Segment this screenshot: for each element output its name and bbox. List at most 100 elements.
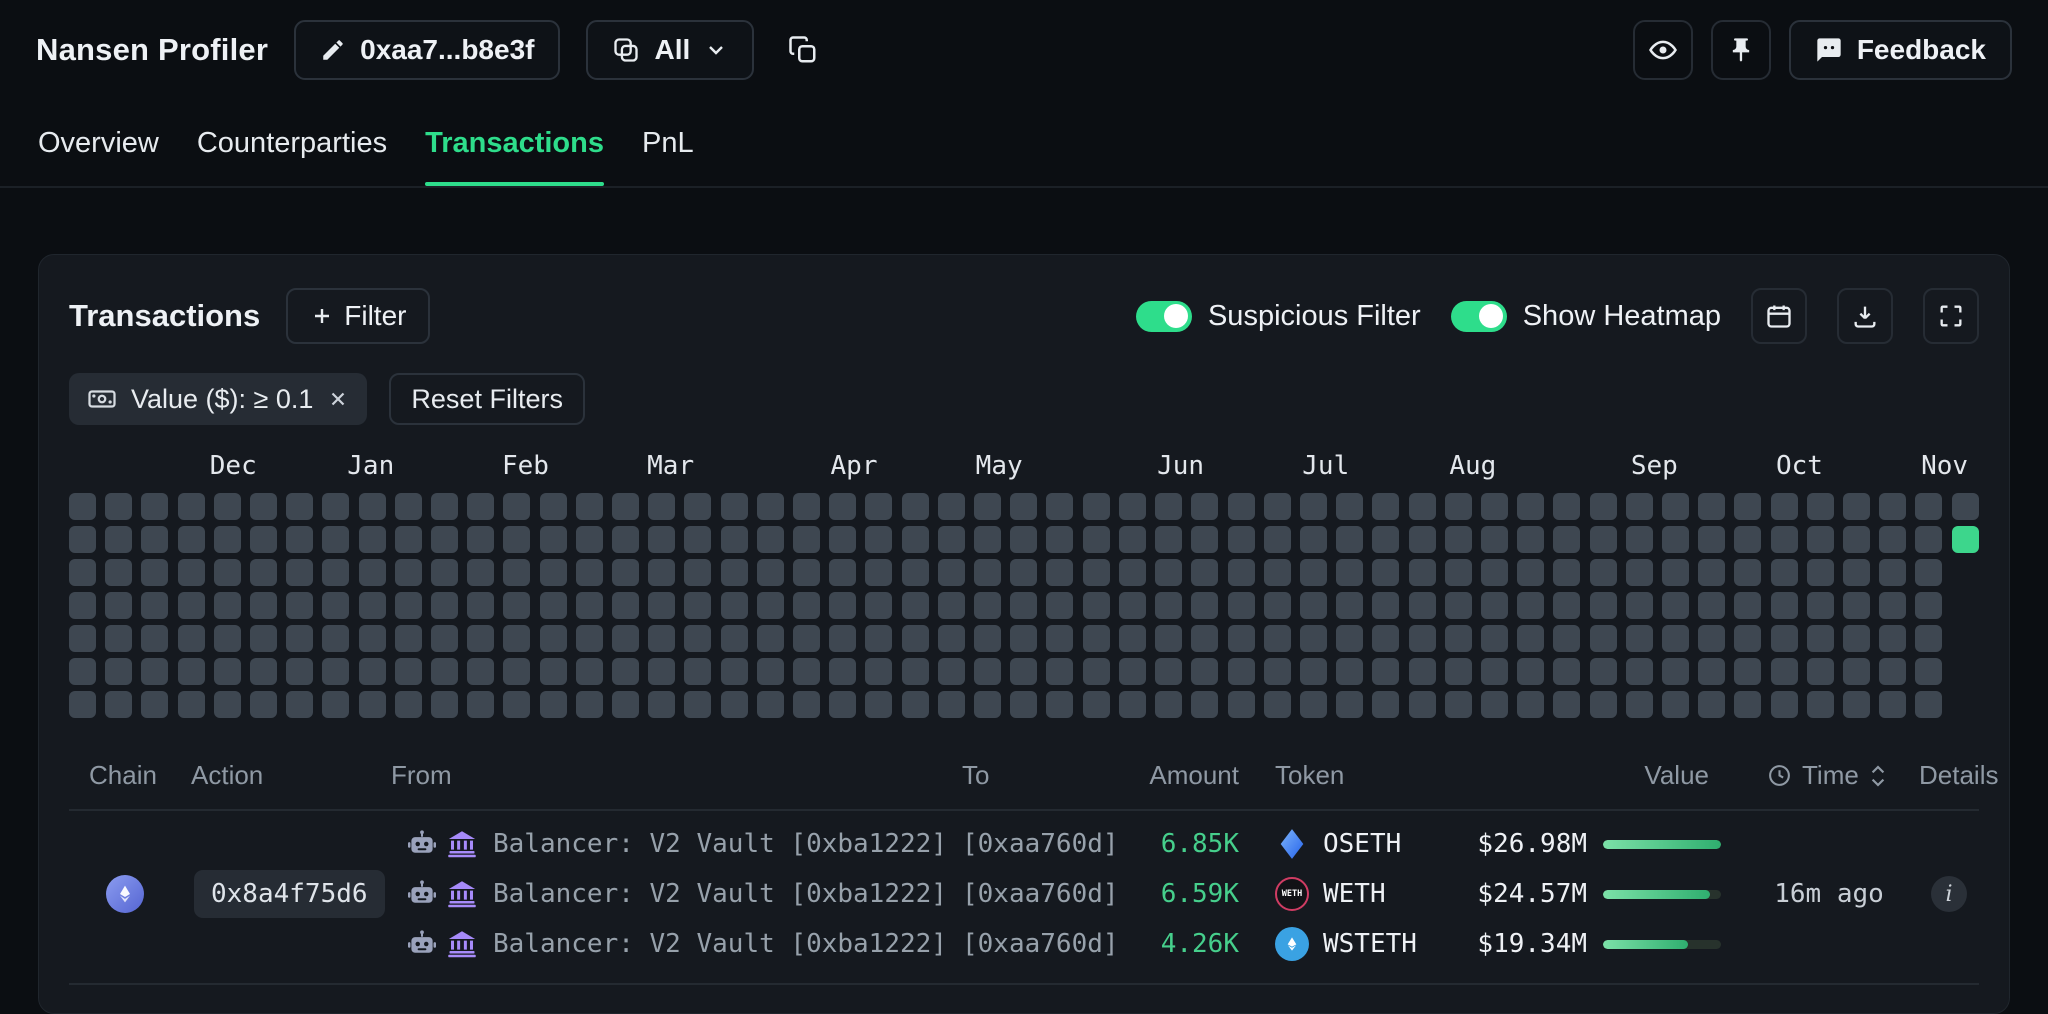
heatmap-cell[interactable] bbox=[1445, 559, 1472, 586]
heatmap-cell[interactable] bbox=[1734, 625, 1761, 652]
heatmap-cell[interactable] bbox=[178, 559, 205, 586]
heatmap-cell[interactable] bbox=[141, 658, 168, 685]
heatmap-cell[interactable] bbox=[1626, 658, 1653, 685]
heatmap-cell[interactable] bbox=[1879, 625, 1906, 652]
heatmap-cell[interactable] bbox=[1517, 592, 1544, 619]
heatmap-cell[interactable] bbox=[105, 559, 132, 586]
heatmap-cell[interactable] bbox=[178, 592, 205, 619]
heatmap-cell[interactable] bbox=[1119, 592, 1146, 619]
heatmap-cell[interactable] bbox=[286, 625, 313, 652]
heatmap-cell[interactable] bbox=[286, 526, 313, 553]
heatmap-cell[interactable] bbox=[721, 625, 748, 652]
heatmap-cell[interactable] bbox=[1083, 625, 1110, 652]
heatmap-cell[interactable] bbox=[1445, 658, 1472, 685]
heatmap-cell[interactable] bbox=[829, 526, 856, 553]
heatmap-cell[interactable] bbox=[1083, 592, 1110, 619]
heatmap-cell[interactable] bbox=[395, 691, 422, 718]
heatmap-cell[interactable] bbox=[322, 625, 349, 652]
heatmap-cell[interactable] bbox=[1083, 658, 1110, 685]
heatmap-cell[interactable] bbox=[1879, 559, 1906, 586]
heatmap-cell[interactable] bbox=[322, 493, 349, 520]
chain-filter-button[interactable]: All bbox=[586, 20, 754, 80]
heatmap-cell[interactable] bbox=[69, 493, 96, 520]
heatmap-cell[interactable] bbox=[1445, 691, 1472, 718]
heatmap-cell[interactable] bbox=[467, 592, 494, 619]
heatmap-cell[interactable] bbox=[359, 691, 386, 718]
address-button[interactable]: 0xaa7...b8e3f bbox=[294, 20, 560, 80]
heatmap-cell[interactable] bbox=[1807, 493, 1834, 520]
heatmap-cell[interactable] bbox=[648, 592, 675, 619]
heatmap-cell[interactable] bbox=[286, 592, 313, 619]
heatmap-cell[interactable] bbox=[214, 691, 241, 718]
heatmap-cell[interactable] bbox=[612, 658, 639, 685]
heatmap-cell[interactable] bbox=[1771, 526, 1798, 553]
heatmap-cell[interactable] bbox=[1553, 559, 1580, 586]
add-filter-button[interactable]: Filter bbox=[286, 288, 430, 344]
heatmap-cell[interactable] bbox=[540, 691, 567, 718]
heatmap-cell[interactable] bbox=[1372, 658, 1399, 685]
heatmap-cell[interactable] bbox=[69, 592, 96, 619]
heatmap-cell[interactable] bbox=[1191, 625, 1218, 652]
heatmap-cell[interactable] bbox=[503, 658, 530, 685]
tab-transactions[interactable]: Transactions bbox=[425, 100, 604, 186]
heatmap-cell[interactable] bbox=[1228, 592, 1255, 619]
heatmap-cell[interactable] bbox=[1228, 493, 1255, 520]
heatmap-cell[interactable] bbox=[286, 493, 313, 520]
heatmap-cell[interactable] bbox=[467, 658, 494, 685]
heatmap-cell[interactable] bbox=[1336, 526, 1363, 553]
heatmap-cell[interactable] bbox=[1626, 526, 1653, 553]
heatmap-cell[interactable] bbox=[1481, 625, 1508, 652]
heatmap-cell[interactable] bbox=[105, 592, 132, 619]
heatmap-cell[interactable] bbox=[69, 559, 96, 586]
heatmap-cell[interactable] bbox=[1553, 592, 1580, 619]
heatmap-cell[interactable] bbox=[1155, 691, 1182, 718]
heatmap-cell[interactable] bbox=[648, 526, 675, 553]
heatmap-cell[interactable] bbox=[1336, 559, 1363, 586]
heatmap-cell[interactable] bbox=[829, 691, 856, 718]
heatmap-cell[interactable] bbox=[1879, 658, 1906, 685]
heatmap-cell[interactable] bbox=[829, 493, 856, 520]
heatmap-cell[interactable] bbox=[1445, 526, 1472, 553]
download-button[interactable] bbox=[1837, 288, 1893, 344]
heatmap-cell[interactable] bbox=[540, 625, 567, 652]
heatmap-cell[interactable] bbox=[1336, 493, 1363, 520]
heatmap-cell[interactable] bbox=[612, 526, 639, 553]
heatmap-cell[interactable] bbox=[69, 526, 96, 553]
heatmap-cell[interactable] bbox=[1300, 658, 1327, 685]
heatmap-cell[interactable] bbox=[359, 559, 386, 586]
heatmap-cell[interactable] bbox=[1481, 691, 1508, 718]
heatmap-cell[interactable] bbox=[902, 592, 929, 619]
heatmap-cell[interactable] bbox=[648, 559, 675, 586]
heatmap-cell[interactable] bbox=[1626, 559, 1653, 586]
heatmap-cell[interactable] bbox=[1879, 493, 1906, 520]
heatmap-cell[interactable] bbox=[141, 691, 168, 718]
heatmap-cell[interactable] bbox=[1771, 493, 1798, 520]
heatmap-cell[interactable] bbox=[1662, 592, 1689, 619]
heatmap-cell[interactable] bbox=[1046, 658, 1073, 685]
heatmap-cell[interactable] bbox=[1010, 592, 1037, 619]
heatmap-cell[interactable] bbox=[1010, 526, 1037, 553]
heatmap-cell[interactable] bbox=[684, 559, 711, 586]
heatmap-cell[interactable] bbox=[69, 691, 96, 718]
heatmap-cell[interactable] bbox=[612, 493, 639, 520]
heatmap-cell[interactable] bbox=[1336, 658, 1363, 685]
heatmap-cell[interactable] bbox=[141, 493, 168, 520]
heatmap-cell[interactable] bbox=[1191, 526, 1218, 553]
heatmap-cell[interactable] bbox=[214, 592, 241, 619]
heatmap-cell[interactable] bbox=[938, 526, 965, 553]
heatmap-cell[interactable] bbox=[1553, 526, 1580, 553]
heatmap-cell[interactable] bbox=[793, 526, 820, 553]
to-entry[interactable]: [0xaa760d] bbox=[949, 819, 1149, 869]
heatmap-cell[interactable] bbox=[1445, 493, 1472, 520]
heatmap-cell[interactable] bbox=[757, 691, 784, 718]
heatmap-cell[interactable] bbox=[359, 592, 386, 619]
heatmap-cell[interactable] bbox=[1807, 691, 1834, 718]
heatmap-cell[interactable] bbox=[1698, 592, 1725, 619]
heatmap-cell[interactable] bbox=[684, 592, 711, 619]
heatmap-cell[interactable] bbox=[1046, 526, 1073, 553]
heatmap-cell[interactable] bbox=[250, 658, 277, 685]
heatmap-cell[interactable] bbox=[938, 559, 965, 586]
heatmap-cell[interactable] bbox=[1409, 658, 1436, 685]
heatmap-cell[interactable] bbox=[1409, 559, 1436, 586]
heatmap-cell[interactable] bbox=[865, 493, 892, 520]
